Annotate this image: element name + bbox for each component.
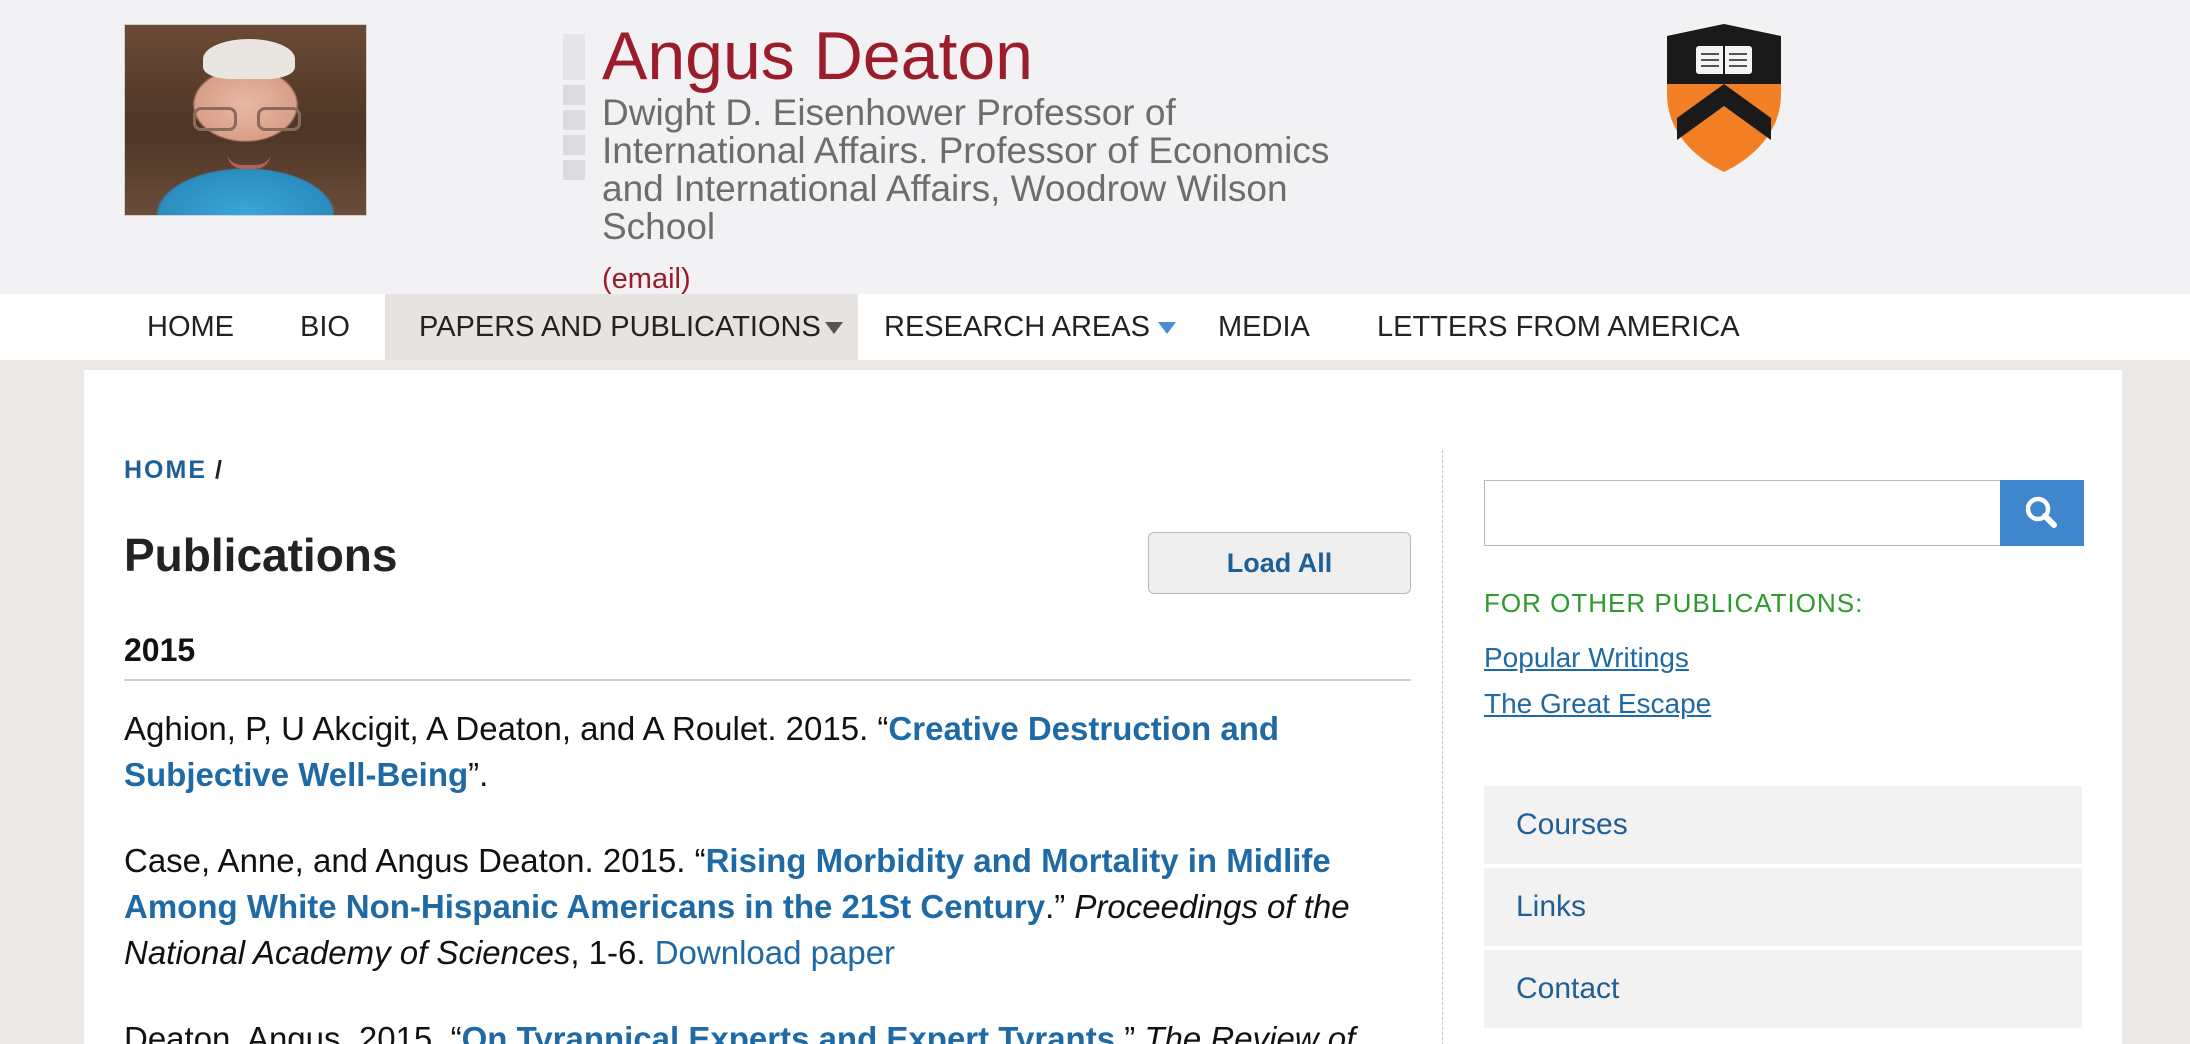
magnifier-icon (2025, 496, 2057, 528)
publication-entry: Case, Anne, and Angus Deaton. 2015. “Ris… (124, 838, 1411, 976)
popular-writings-link[interactable]: Popular Writings (1484, 642, 1689, 674)
site-title-name[interactable]: Angus Deaton (602, 20, 1033, 92)
other-publications-heading: FOR OTHER PUBLICATIONS: (1484, 588, 1864, 618)
nav-research-label: RESEARCH AREAS (884, 311, 1150, 343)
chevron-down-icon (1157, 322, 1176, 334)
sidebar-menu-courses[interactable]: Courses (1484, 786, 2082, 864)
breadcrumb: HOME / (124, 456, 224, 485)
pub-authors: Aghion, P, U Akcigit, A Deaton, and A Ro… (124, 710, 889, 747)
sidebar-menu-links[interactable]: Links (1484, 868, 2082, 946)
great-escape-link[interactable]: The Great Escape (1484, 688, 1711, 720)
nav-papers-and-publications[interactable]: PAPERS AND PUBLICATIONS (385, 294, 858, 360)
column-divider (1442, 450, 1443, 1044)
pub-suffix: ”. (468, 756, 489, 793)
search-input[interactable] (1484, 480, 2002, 546)
pub-suffix: .” (1115, 1020, 1145, 1044)
load-all-button[interactable]: Load All (1148, 532, 1411, 594)
content-panel: HOME / Publications Load All 2015 Aghion,… (84, 370, 2122, 1044)
nav-bio[interactable]: BIO (300, 294, 350, 360)
pub-authors: Deaton, Angus. 2015. “ (124, 1020, 462, 1044)
pub-title-link[interactable]: On Tyrannical Experts and Expert Tyrants (462, 1020, 1115, 1044)
nav-letters-from-america[interactable]: LETTERS FROM AMERICA (1377, 294, 1740, 360)
pub-authors: Case, Anne, and Angus Deaton. 2015. “ (124, 842, 706, 879)
nav-research-areas[interactable]: RESEARCH AREAS (884, 294, 1176, 360)
page-title: Publications (124, 529, 398, 581)
pub-pages: , 1-6. (570, 934, 655, 971)
pub-suffix: .” (1045, 888, 1075, 925)
pub-journal: The Review of (1144, 1020, 1356, 1044)
chevron-down-icon (824, 322, 843, 334)
search-button[interactable] (2000, 480, 2084, 546)
nav-papers-label: PAPERS AND PUBLICATIONS (419, 311, 821, 343)
download-paper-link[interactable]: Download paper (655, 934, 895, 971)
profile-photo (124, 24, 367, 216)
site-header: Angus Deaton Dwight D. Eisenhower Profes… (0, 0, 2190, 294)
breadcrumb-separator: / (215, 456, 224, 484)
nav-media[interactable]: MEDIA (1218, 294, 1310, 360)
year-heading: 2015 (124, 632, 1411, 681)
breadcrumb-home[interactable]: HOME (124, 456, 207, 484)
publication-entry: Aghion, P, U Akcigit, A Deaton, and A Ro… (124, 706, 1411, 798)
main-nav: HOME BIO PAPERS AND PUBLICATIONS RESEARC… (0, 294, 2190, 360)
email-link[interactable]: (email) (602, 264, 691, 294)
sidebar-menu-contact[interactable]: Contact (1484, 950, 2082, 1028)
decorative-bar (563, 34, 585, 184)
publication-entry: Deaton, Angus. 2015. “On Tyrannical Expe… (124, 1016, 1411, 1044)
nav-home[interactable]: HOME (147, 294, 234, 360)
princeton-shield-icon (1667, 24, 1781, 172)
site-subtitle: Dwight D. Eisenhower Professor of Intern… (602, 92, 1330, 247)
